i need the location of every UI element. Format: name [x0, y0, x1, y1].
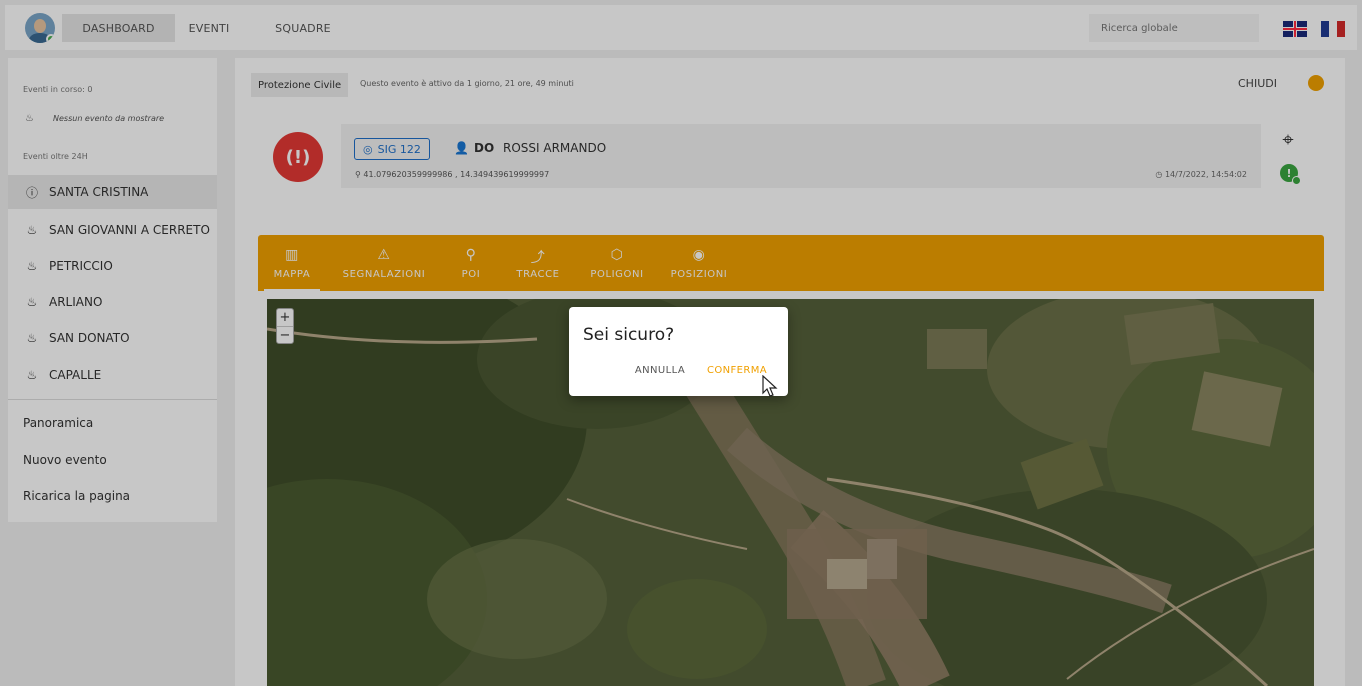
cancel-button[interactable]: ANNULLA: [630, 359, 690, 381]
confirm-dialog: Sei sicuro? ANNULLA CONFERMA: [569, 307, 788, 396]
confirm-button[interactable]: CONFERMA: [703, 359, 771, 381]
dialog-title: Sei sicuro?: [583, 325, 675, 345]
mouse-cursor-icon: [762, 375, 778, 397]
